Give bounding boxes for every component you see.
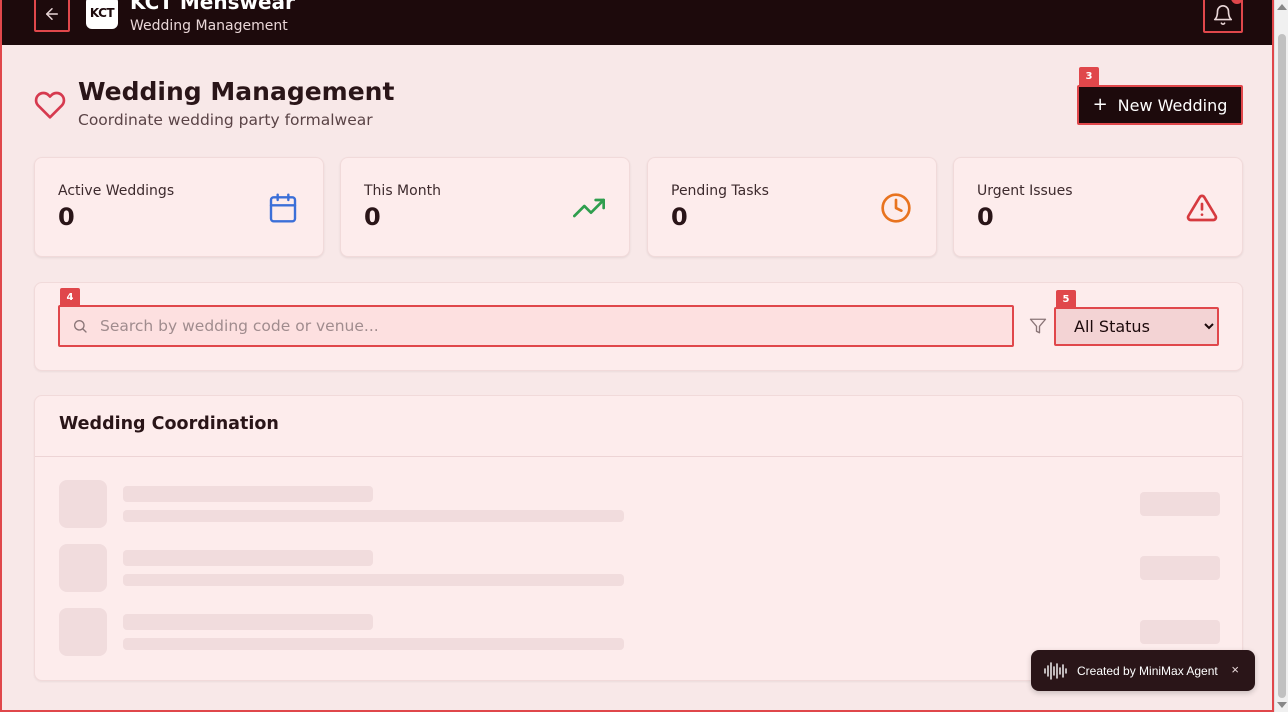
status-select[interactable]: All Status — [1054, 307, 1219, 346]
brand-logo: KCT — [86, 0, 118, 29]
alert-triangle-icon — [1186, 194, 1218, 222]
skeleton-pill — [1140, 556, 1220, 580]
wedding-coordination-panel: Wedding Coordination — [34, 395, 1243, 681]
divider — [35, 456, 1242, 457]
stat-card-pending-tasks: Pending Tasks 0 — [647, 157, 937, 257]
skeleton-line — [123, 638, 624, 650]
skeleton-pill — [1140, 620, 1220, 644]
skeleton-avatar — [59, 544, 107, 592]
stat-card-active-weddings: Active Weddings 0 — [34, 157, 324, 257]
stat-label: This Month — [364, 183, 441, 199]
bell-icon — [1213, 4, 1233, 25]
app-header: KCT KCT Menswear Wedding Management 3 — [2, 0, 1272, 45]
plus-icon: + — [1092, 94, 1108, 115]
scroll-down-icon[interactable] — [1277, 702, 1287, 708]
calendar-icon — [269, 193, 297, 223]
notifications-button[interactable]: 3 — [1203, 0, 1243, 33]
filter-icon — [1029, 318, 1047, 334]
new-wedding-label: New Wedding — [1117, 95, 1228, 115]
stat-card-this-month: This Month 0 — [340, 157, 630, 257]
skeleton-line — [123, 550, 373, 566]
section-title: Wedding Coordination — [59, 414, 279, 434]
heart-icon — [34, 91, 66, 119]
brand-title: KCT Menswear — [130, 0, 295, 14]
close-icon[interactable]: × — [1231, 662, 1239, 677]
search-icon — [74, 320, 87, 333]
minimax-toast: Created by MiniMax Agent × — [1031, 650, 1255, 691]
scroll-thumb[interactable] — [1278, 34, 1286, 698]
stat-card-urgent-issues: Urgent Issues 0 — [953, 157, 1243, 257]
stat-value: 0 — [364, 203, 381, 231]
search-field[interactable] — [58, 305, 1014, 347]
toast-text: Created by MiniMax Agent — [1077, 663, 1218, 678]
trending-up-icon — [573, 198, 605, 218]
stat-label: Active Weddings — [58, 183, 175, 199]
new-wedding-button[interactable]: + New Wedding — [1077, 85, 1243, 125]
waveform-icon — [1044, 661, 1067, 680]
new-wedding-marker: 3 — [1079, 67, 1099, 87]
stat-label: Pending Tasks — [671, 183, 769, 199]
back-button[interactable] — [34, 0, 70, 32]
skeleton-line — [123, 614, 373, 630]
clock-icon — [881, 193, 911, 223]
stat-value: 0 — [58, 203, 75, 231]
page-subtitle: Coordinate wedding party formalwear — [78, 111, 373, 129]
arrow-left-icon — [46, 8, 58, 20]
app-viewport: KCT KCT Menswear Wedding Management 3 We… — [0, 0, 1274, 712]
page-scrollbar[interactable] — [1274, 0, 1288, 712]
stat-value: 0 — [671, 203, 688, 231]
skeleton-avatar — [59, 608, 107, 656]
skeleton-line — [123, 510, 624, 522]
stat-label: Urgent Issues — [977, 183, 1073, 199]
skeleton-line — [123, 574, 624, 586]
scroll-up-icon[interactable] — [1277, 4, 1287, 10]
skeleton-avatar — [59, 480, 107, 528]
stat-value: 0 — [977, 203, 994, 231]
brand-subtitle: Wedding Management — [130, 18, 288, 34]
search-input[interactable] — [100, 308, 980, 344]
skeleton-pill — [1140, 492, 1220, 516]
page-title: Wedding Management — [78, 77, 395, 106]
skeleton-line — [123, 486, 373, 502]
